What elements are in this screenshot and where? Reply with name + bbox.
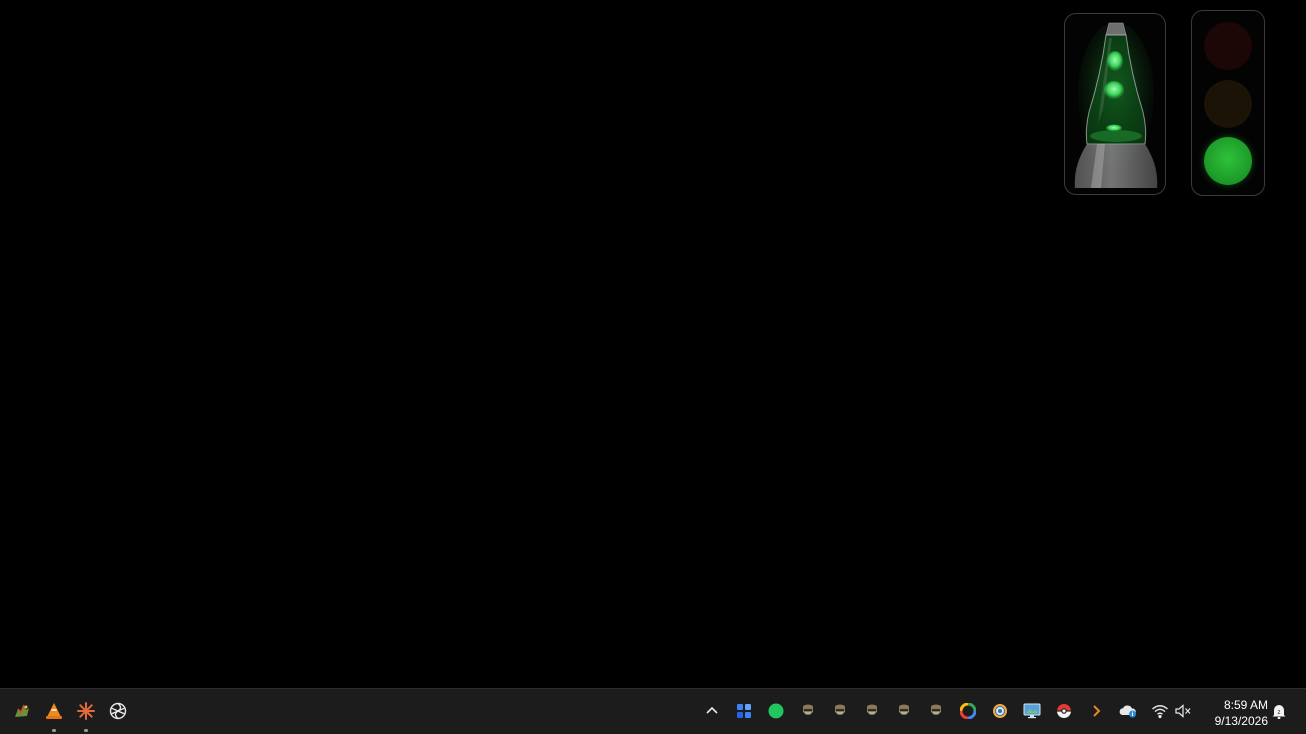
volume-muted-icon[interactable] (1172, 700, 1194, 722)
clock-date: 9/13/2026 (1214, 714, 1268, 728)
grid-app-icon[interactable] (733, 700, 755, 722)
desktop (0, 0, 1306, 688)
badge-icon-2[interactable] (829, 700, 851, 722)
green-circle-icon[interactable] (765, 700, 787, 722)
traffic-light-widget[interactable] (1191, 10, 1265, 196)
orange-chevron-icon[interactable] (1085, 700, 1107, 722)
google-icon[interactable] (957, 700, 979, 722)
taskbar: 8:59 AM 9/13/2026 z (0, 688, 1306, 734)
lava-lamp-graphic (1074, 22, 1158, 188)
running-indicator (52, 729, 56, 732)
clock-time: 8:59 AM (1223, 698, 1268, 712)
cloud-info-icon[interactable] (1117, 700, 1139, 722)
chevron-up-icon[interactable] (701, 700, 723, 722)
badge-icon-3[interactable] (861, 700, 883, 722)
lava-lamp-widget[interactable] (1064, 13, 1166, 195)
running-indicator (84, 729, 88, 732)
notification-bell-icon[interactable]: z (1268, 700, 1290, 722)
green-light (1204, 137, 1252, 185)
badge-icon-4[interactable] (893, 700, 915, 722)
system-clock[interactable]: 8:59 AM 9/13/2026 (1196, 697, 1268, 729)
camera-lens-icon[interactable] (989, 700, 1011, 722)
cone-app-icon[interactable] (43, 700, 65, 722)
svg-text:z: z (1278, 710, 1281, 716)
pokeball-icon[interactable] (1053, 700, 1075, 722)
dragon-app-icon[interactable] (11, 700, 33, 722)
badge-icon-5[interactable] (925, 700, 947, 722)
yellow-light (1204, 80, 1252, 128)
knot-app-icon[interactable] (107, 700, 129, 722)
display-icon[interactable] (1021, 700, 1043, 722)
badge-icon-1[interactable] (797, 700, 819, 722)
red-light (1204, 22, 1252, 70)
wifi-icon[interactable] (1149, 700, 1171, 722)
starburst-app-icon[interactable] (75, 700, 97, 722)
